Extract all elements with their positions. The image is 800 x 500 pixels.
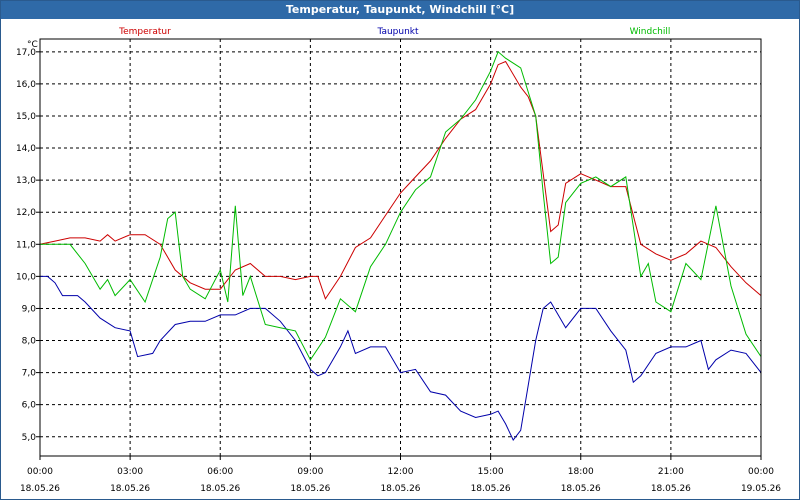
y-tick-label: 14,0 [16, 144, 36, 154]
x-tick-date: 18.05.26 [471, 484, 511, 494]
y-tick-label: 10,0 [16, 272, 36, 282]
x-tick-time: 06:00 [207, 467, 233, 477]
x-tick-date: 18.05.26 [380, 484, 420, 494]
legend-taupunkt: Taupunkt [376, 27, 419, 37]
x-tick-time: 00:00 [27, 467, 53, 477]
legend-windchill: Windchill [630, 27, 671, 37]
y-tick-label: 12,0 [16, 208, 36, 218]
x-tick-time: 12:00 [388, 467, 414, 477]
x-tick-time: 15:00 [478, 467, 504, 477]
y-axis-label: °C [27, 40, 38, 50]
x-tick-date: 18.05.26 [561, 484, 601, 494]
x-tick-time: 21:00 [658, 467, 684, 477]
y-tick-label: 9,0 [22, 304, 37, 314]
chart-window: Temperatur, Taupunkt, Windchill [°C] 5,0… [0, 0, 800, 500]
x-tick-time: 03:00 [117, 467, 143, 477]
x-tick-date: 19.05.26 [741, 484, 781, 494]
x-tick-date: 18.05.26 [651, 484, 691, 494]
y-tick-label: 8,0 [22, 337, 37, 347]
y-tick-label: 7,0 [22, 369, 37, 379]
grid [40, 39, 761, 456]
y-tick-label: 16,0 [16, 80, 36, 90]
axes [36, 38, 762, 460]
series-line-windchill [40, 50, 762, 361]
y-tick-label: 13,0 [16, 176, 36, 186]
y-tick-label: 6,0 [22, 401, 37, 411]
x-tick-date: 18.05.26 [290, 484, 330, 494]
y-tick-label: 11,0 [16, 240, 36, 250]
window-title: Temperatur, Taupunkt, Windchill [°C] [1, 1, 799, 19]
line-chart: 5,0 6,0 7,0 8,0 9,0 10,0 11,0 12,0 13,0 14,0 15,0 1… [16, 27, 781, 494]
x-tick-date: 18.05.26 [200, 484, 240, 494]
x-tick-date: 18.05.26 [110, 484, 150, 494]
y-tick-label: 15,0 [16, 112, 36, 122]
x-tick-time: 00:00 [748, 467, 774, 477]
x-tick-time: 18:00 [568, 467, 594, 477]
labels: 5,0 6,0 7,0 8,0 9,0 10,0 11,0 12,0 13,0 14,0 15,0 1… [16, 27, 781, 494]
x-tick-time: 09:00 [297, 467, 323, 477]
x-tick-date: 18.05.26 [20, 484, 60, 494]
y-tick-label: 5,0 [22, 433, 37, 443]
legend-temperatur: Temperatur [118, 27, 171, 37]
